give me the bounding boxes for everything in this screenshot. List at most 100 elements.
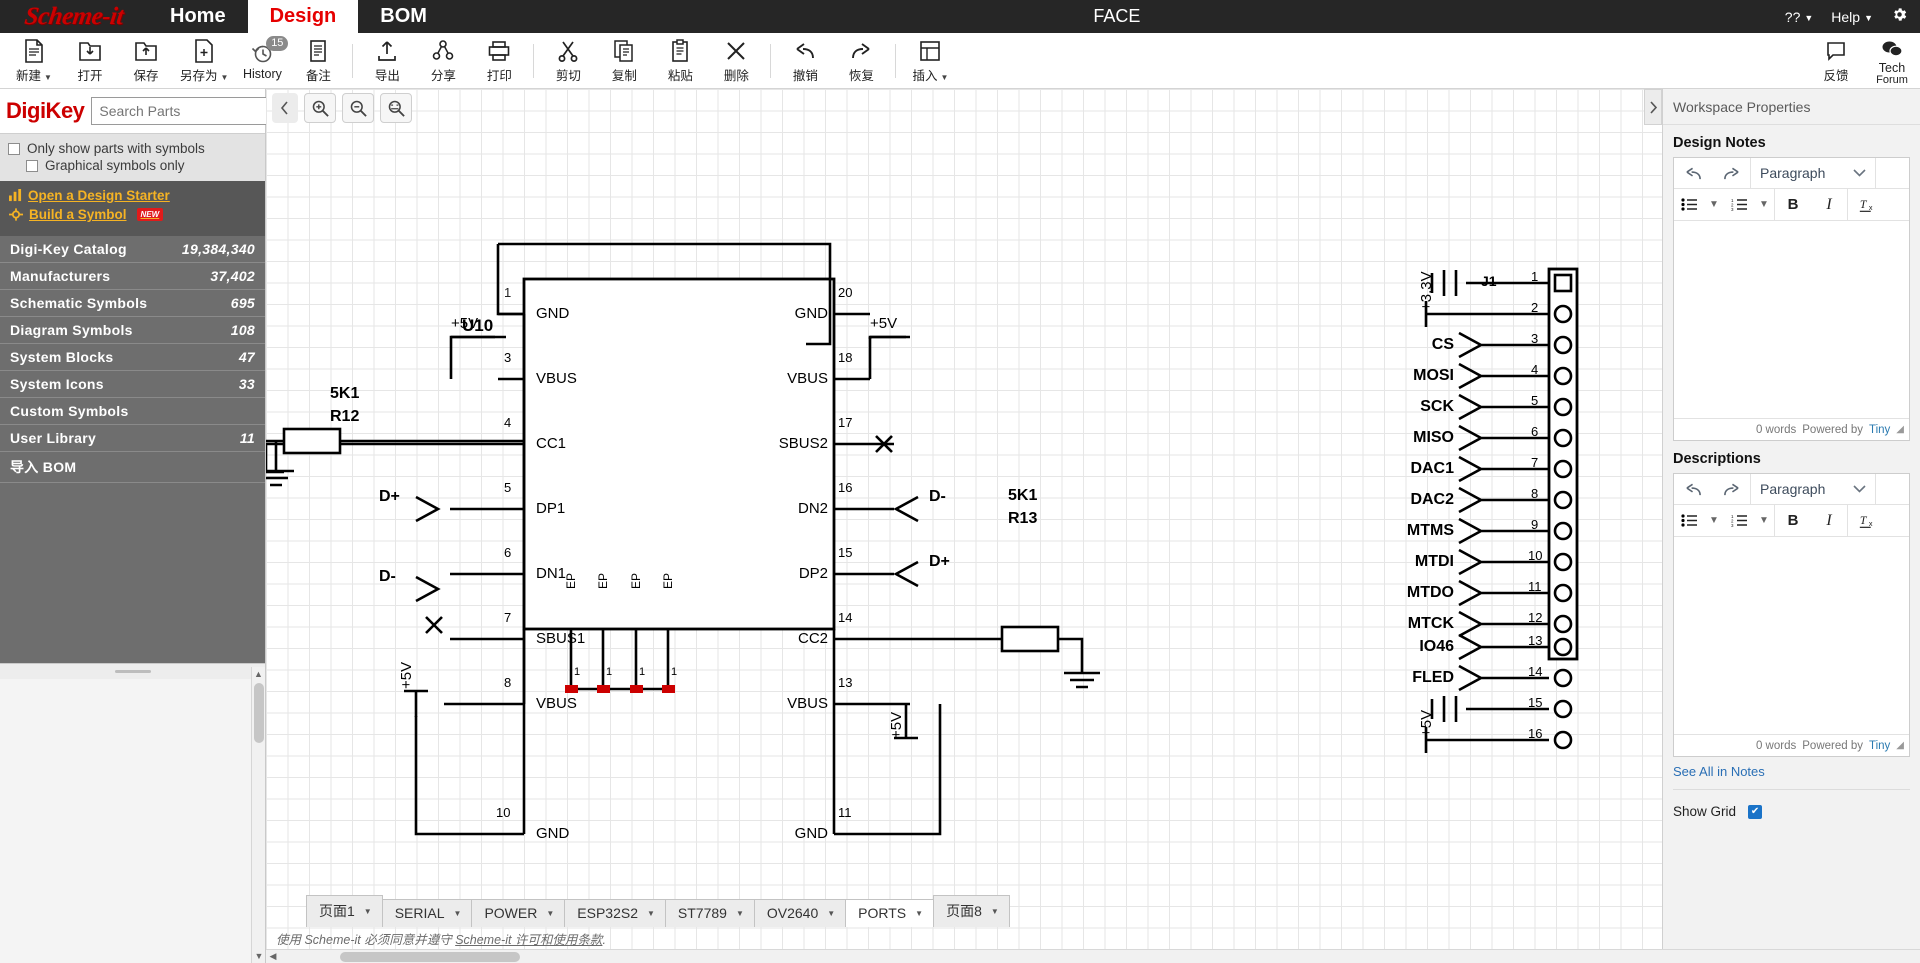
chevron-down-icon[interactable]: ▼ <box>546 909 554 918</box>
toolbar-share-button[interactable]: 分享 <box>415 34 471 88</box>
chevron-down-icon[interactable]: ▼ <box>364 907 372 916</box>
page-tab-ports[interactable]: PORTS ▼ <box>845 899 935 927</box>
page-tab-ov2640[interactable]: OV2640 ▼ <box>753 899 847 927</box>
app-logo[interactable]: Scheme-it <box>0 0 150 33</box>
toolbar-save-button[interactable]: 保存 <box>118 34 174 88</box>
help-menu[interactable]: Help ▼ <box>1831 9 1873 25</box>
chevron-down-icon[interactable]: ▼ <box>736 909 744 918</box>
category-import-bom[interactable]: 导入 BOM <box>0 452 265 483</box>
show-grid-checkbox[interactable]: ✔ <box>1748 804 1763 819</box>
chevron-down-icon[interactable]: ▼ <box>827 909 835 918</box>
descriptions-format-select[interactable]: Paragraph <box>1750 474 1876 504</box>
category-schematic-symbols[interactable]: Schematic Symbols 695 <box>0 290 265 317</box>
numbered-list-chevron-down-icon[interactable]: ▼ <box>1754 505 1774 536</box>
bullet-list-icon[interactable] <box>1674 189 1704 220</box>
nav-tab-design[interactable]: Design <box>247 0 359 33</box>
design-notes-body[interactable] <box>1674 221 1909 418</box>
editor-undo-icon[interactable] <box>1674 474 1712 504</box>
descriptions-body[interactable] <box>1674 537 1909 734</box>
chevron-down-icon[interactable]: ▼ <box>991 907 999 916</box>
category-diagram-symbols[interactable]: Diagram Symbols 108 <box>0 317 265 344</box>
bullet-list-chevron-down-icon[interactable]: ▼ <box>1704 189 1724 220</box>
scroll-left-icon[interactable]: ◀ <box>266 951 280 962</box>
italic-button[interactable]: I <box>1811 505 1847 536</box>
sidebar-resize-handle[interactable] <box>0 663 265 679</box>
bullet-list-chevron-down-icon[interactable]: ▼ <box>1704 505 1724 536</box>
nav-tab-home[interactable]: Home <box>148 0 248 33</box>
category-system-blocks[interactable]: System Blocks 47 <box>0 344 265 371</box>
page-tab-8[interactable]: 页面8 ▼ <box>933 895 1010 927</box>
descriptions-powered-brand[interactable]: Tiny <box>1869 740 1890 752</box>
bullet-list-icon[interactable] <box>1674 505 1704 536</box>
chevron-down-icon[interactable]: ▼ <box>915 909 923 918</box>
page-tab-power[interactable]: POWER ▼ <box>471 899 566 927</box>
filter-row-graphical[interactable]: Graphical symbols only <box>8 158 257 173</box>
open-design-starter-link[interactable]: Open a Design Starter <box>9 188 256 203</box>
page-tab-esp32s2[interactable]: ESP32S2 ▼ <box>564 899 666 927</box>
toolbar-tech-forum-button[interactable]: Tech Forum <box>1864 34 1920 88</box>
numbered-list-icon[interactable]: 123 <box>1724 189 1754 220</box>
toolbar-insert-button[interactable]: 插入 ▼ <box>902 34 958 88</box>
editor-redo-icon[interactable] <box>1712 474 1750 504</box>
numbered-list-icon[interactable]: 123 <box>1724 505 1754 536</box>
scrollbar-thumb[interactable] <box>254 683 264 743</box>
page-tab-1[interactable]: 页面1 ▼ <box>306 895 383 927</box>
language-menu[interactable]: ?? ▼ <box>1785 9 1814 25</box>
search-input[interactable] <box>92 98 288 124</box>
gear-icon[interactable] <box>1891 6 1908 28</box>
toolbar-delete-button[interactable]: 删除 <box>708 34 764 88</box>
design-notes-powered-brand[interactable]: Tiny <box>1869 424 1890 436</box>
scroll-down-icon[interactable]: ▼ <box>252 949 266 963</box>
editor-undo-icon[interactable] <box>1674 158 1712 188</box>
filter-row-symbols[interactable]: Only show parts with symbols <box>8 141 257 156</box>
horizontal-scrollbar-thumb[interactable] <box>340 951 520 962</box>
toolbar-cut-button[interactable]: 剪切 <box>540 34 596 88</box>
resize-grip-icon[interactable]: ◢ <box>1896 424 1904 435</box>
category-user-library[interactable]: User Library 11 <box>0 425 265 452</box>
build-a-symbol-link[interactable]: Build a Symbol NEW <box>9 207 256 222</box>
toolbar-feedback-button[interactable]: 反馈 <box>1808 34 1864 88</box>
bold-button[interactable]: B <box>1775 505 1811 536</box>
page-tab-serial[interactable]: SERIAL ▼ <box>381 899 473 927</box>
editor-redo-icon[interactable] <box>1712 158 1750 188</box>
category-custom-symbols[interactable]: Custom Symbols <box>0 398 265 425</box>
toolbar-history-button[interactable]: 15 History <box>234 34 290 88</box>
category-digikey-catalog[interactable]: Digi-Key Catalog 19,384,340 <box>0 236 265 263</box>
toolbar-undo-button[interactable]: 撤销 <box>777 34 833 88</box>
net-label-dplus-left: D+ <box>379 488 400 505</box>
toolbar-paste-button[interactable]: 粘贴 <box>652 34 708 88</box>
toolbar-redo-button[interactable]: 恢复 <box>833 34 889 88</box>
toolbar-print-button[interactable]: 打印 <box>471 34 527 88</box>
design-notes-format-select[interactable]: Paragraph <box>1750 158 1876 188</box>
schematic-canvas[interactable]: U10 GND VBUS CC1 DP1 DN1 SBUS1 VBUS GND … <box>266 89 1662 963</box>
clear-formatting-button[interactable]: Tx <box>1848 189 1888 220</box>
scroll-up-icon[interactable]: ▲ <box>252 667 265 681</box>
italic-button[interactable]: I <box>1811 189 1847 220</box>
chevron-down-icon[interactable]: ▼ <box>454 909 462 918</box>
graphical-symbols-only-checkbox[interactable] <box>26 159 38 172</box>
category-system-icons[interactable]: System Icons 33 <box>0 371 265 398</box>
clear-formatting-button[interactable]: Tx <box>1848 505 1888 536</box>
toolbar-open-button[interactable]: 打开 <box>62 34 118 88</box>
svg-text:x: x <box>1869 203 1873 212</box>
canvas-horizontal-scrollbar[interactable]: ◀ <box>266 949 1920 963</box>
toolbar-notes-button[interactable]: 备注 <box>290 34 346 88</box>
resize-grip-icon[interactable]: ◢ <box>1896 740 1904 751</box>
design-notes-word-count: 0 words <box>1755 423 1797 436</box>
numbered-list-chevron-down-icon[interactable]: ▼ <box>1754 189 1774 220</box>
expand-right-panel-button[interactable] <box>1644 89 1662 125</box>
connector-net-label: MTDO <box>1406 584 1454 601</box>
nav-tab-bom[interactable]: BOM <box>358 0 449 33</box>
see-all-in-notes-link[interactable]: See All in Notes <box>1663 757 1920 779</box>
only-parts-with-symbols-checkbox[interactable] <box>8 142 20 155</box>
category-manufacturers[interactable]: Manufacturers 37,402 <box>0 263 265 290</box>
chevron-down-icon[interactable]: ▼ <box>647 909 655 918</box>
toolbar-export-button[interactable]: 导出 <box>359 34 415 88</box>
sidebar-scrollbar[interactable]: ▲ ▼ <box>251 667 265 963</box>
toolbar-new-button[interactable]: 新建 ▼ <box>6 34 62 88</box>
page-tab-st7789[interactable]: ST7789 ▼ <box>664 899 755 927</box>
toolbar-save-as-button[interactable]: 另存为 ▼ <box>174 34 234 88</box>
license-link[interactable]: Scheme-it 许可和使用条款 <box>455 933 602 947</box>
bold-button[interactable]: B <box>1775 189 1811 220</box>
toolbar-copy-button[interactable]: 复制 <box>596 34 652 88</box>
